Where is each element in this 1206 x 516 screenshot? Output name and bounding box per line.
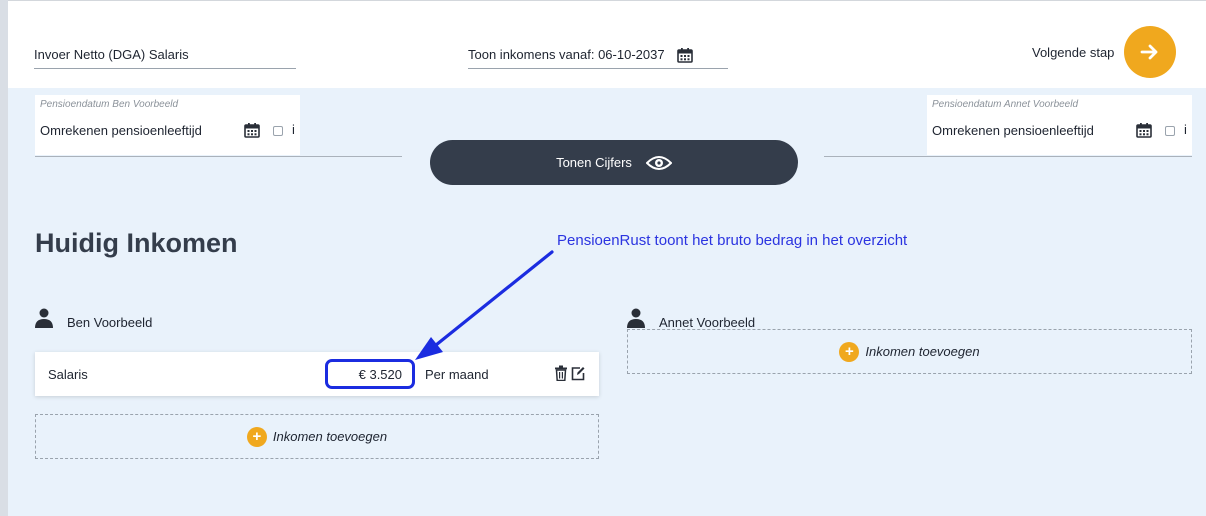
add-income-label: Inkomen toevoegen	[272, 429, 388, 444]
calendar-icon[interactable]	[676, 47, 693, 63]
show-incomes-from-label: Toon inkomens vanaf: 06-10-2037	[468, 47, 665, 62]
pension-date-annet-value[interactable]: Omrekenen pensioenleeftijd	[932, 123, 1094, 138]
plus-icon: +	[839, 341, 860, 362]
income-row: Salaris € 3.520 Per maand	[35, 352, 599, 396]
salary-type-select[interactable]: Invoer Netto (DGA) Salaris	[34, 41, 296, 69]
person-name-annet: Annet Voorbeeld	[659, 315, 756, 330]
add-income-button-ben[interactable]: + Inkomen toevoegen	[35, 414, 599, 459]
income-amount[interactable]: € 3.520	[325, 359, 415, 389]
info-icon[interactable]: i	[1184, 122, 1187, 137]
person-annet: Annet Voorbeeld	[627, 305, 755, 330]
info-icon[interactable]: i	[292, 122, 295, 137]
divider-line	[824, 156, 1192, 157]
section-title: Huidig Inkomen	[35, 228, 238, 258]
trash-icon[interactable]	[554, 365, 568, 381]
annotation-text: PensioenRust toont het bruto bedrag in h…	[557, 232, 908, 249]
calendar-icon[interactable]	[1136, 122, 1152, 138]
pension-age-checkbox-annet[interactable]	[1165, 126, 1175, 136]
user-icon	[627, 308, 645, 328]
show-incomes-from-field[interactable]: Toon inkomens vanaf: 06-10-2037	[468, 41, 728, 69]
calendar-icon[interactable]	[244, 122, 260, 138]
pension-date-ben-label: Pensioendatum Ben Voorbeeld	[40, 99, 179, 110]
pension-date-ben: Pensioendatum Ben Voorbeeld Omrekenen pe…	[35, 95, 300, 155]
top-bar: Invoer Netto (DGA) Salaris Toon inkomens…	[8, 0, 1206, 88]
show-figures-label: Tonen Cijfers	[556, 155, 632, 170]
divider-line	[35, 156, 402, 157]
next-step-label: Volgende stap	[1032, 45, 1115, 60]
pension-date-ben-value[interactable]: Omrekenen pensioenleeftijd	[40, 123, 202, 138]
income-label: Salaris	[48, 367, 88, 382]
plus-icon: +	[246, 426, 267, 447]
show-figures-button[interactable]: Tonen Cijfers	[430, 140, 798, 185]
person-ben: Ben Voorbeeld	[35, 305, 152, 330]
edit-icon[interactable]	[571, 365, 585, 381]
pension-date-annet: Pensioendatum Annet Voorbeeld Omrekenen …	[927, 95, 1192, 155]
add-income-label: Inkomen toevoegen	[865, 344, 980, 359]
user-icon	[35, 308, 53, 328]
arrow-right-icon	[1140, 44, 1158, 60]
pension-date-annet-label: Pensioendatum Annet Voorbeeld	[932, 99, 1079, 110]
next-step-button[interactable]	[1124, 26, 1176, 78]
income-period: Per maand	[425, 367, 489, 382]
eye-icon	[645, 155, 672, 170]
window-frame	[0, 0, 8, 516]
salary-type-label: Invoer Netto (DGA) Salaris	[34, 47, 189, 62]
pension-age-checkbox-ben[interactable]	[273, 126, 283, 136]
add-income-button-annet[interactable]: + Inkomen toevoegen	[627, 329, 1192, 374]
person-name-ben: Ben Voorbeeld	[67, 315, 153, 330]
